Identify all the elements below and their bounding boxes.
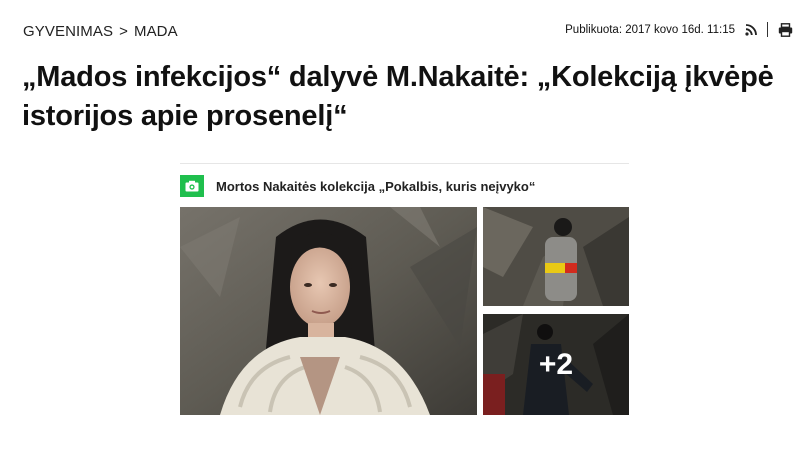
gallery-title[interactable]: Mortos Nakaitės kolekcija „Pokalbis, kur…	[216, 179, 535, 194]
gallery-thumbnail-more[interactable]: +2	[483, 314, 629, 415]
gallery-divider	[180, 163, 629, 164]
article-meta: Publikuota: 2017 kovo 16d. 11:15	[565, 22, 793, 37]
published-date: Publikuota: 2017 kovo 16d. 11:15	[565, 23, 735, 36]
camera-icon	[180, 175, 204, 197]
gallery-main-photo[interactable]	[180, 207, 477, 415]
breadcrumb-separator: >	[119, 23, 128, 40]
gallery-header: Mortos Nakaitės kolekcija „Pokalbis, kur…	[180, 175, 535, 197]
print-icon[interactable]	[778, 22, 793, 37]
meta-divider	[767, 22, 768, 37]
photo-gallery: Mortos Nakaitės kolekcija „Pokalbis, kur…	[180, 163, 629, 415]
article-title: „Mados infekcijos“ dalyvė M.Nakaitė: „Ko…	[22, 61, 774, 132]
more-photos-count[interactable]: +2	[483, 314, 629, 415]
breadcrumb-subsection-link[interactable]: MADA	[134, 23, 178, 40]
rss-icon[interactable]	[745, 23, 758, 36]
breadcrumb-section-link[interactable]: GYVENIMAS	[23, 23, 113, 40]
breadcrumb: GYVENIMAS > MADA	[23, 23, 178, 40]
gallery-thumbnail-photo[interactable]	[483, 207, 629, 306]
